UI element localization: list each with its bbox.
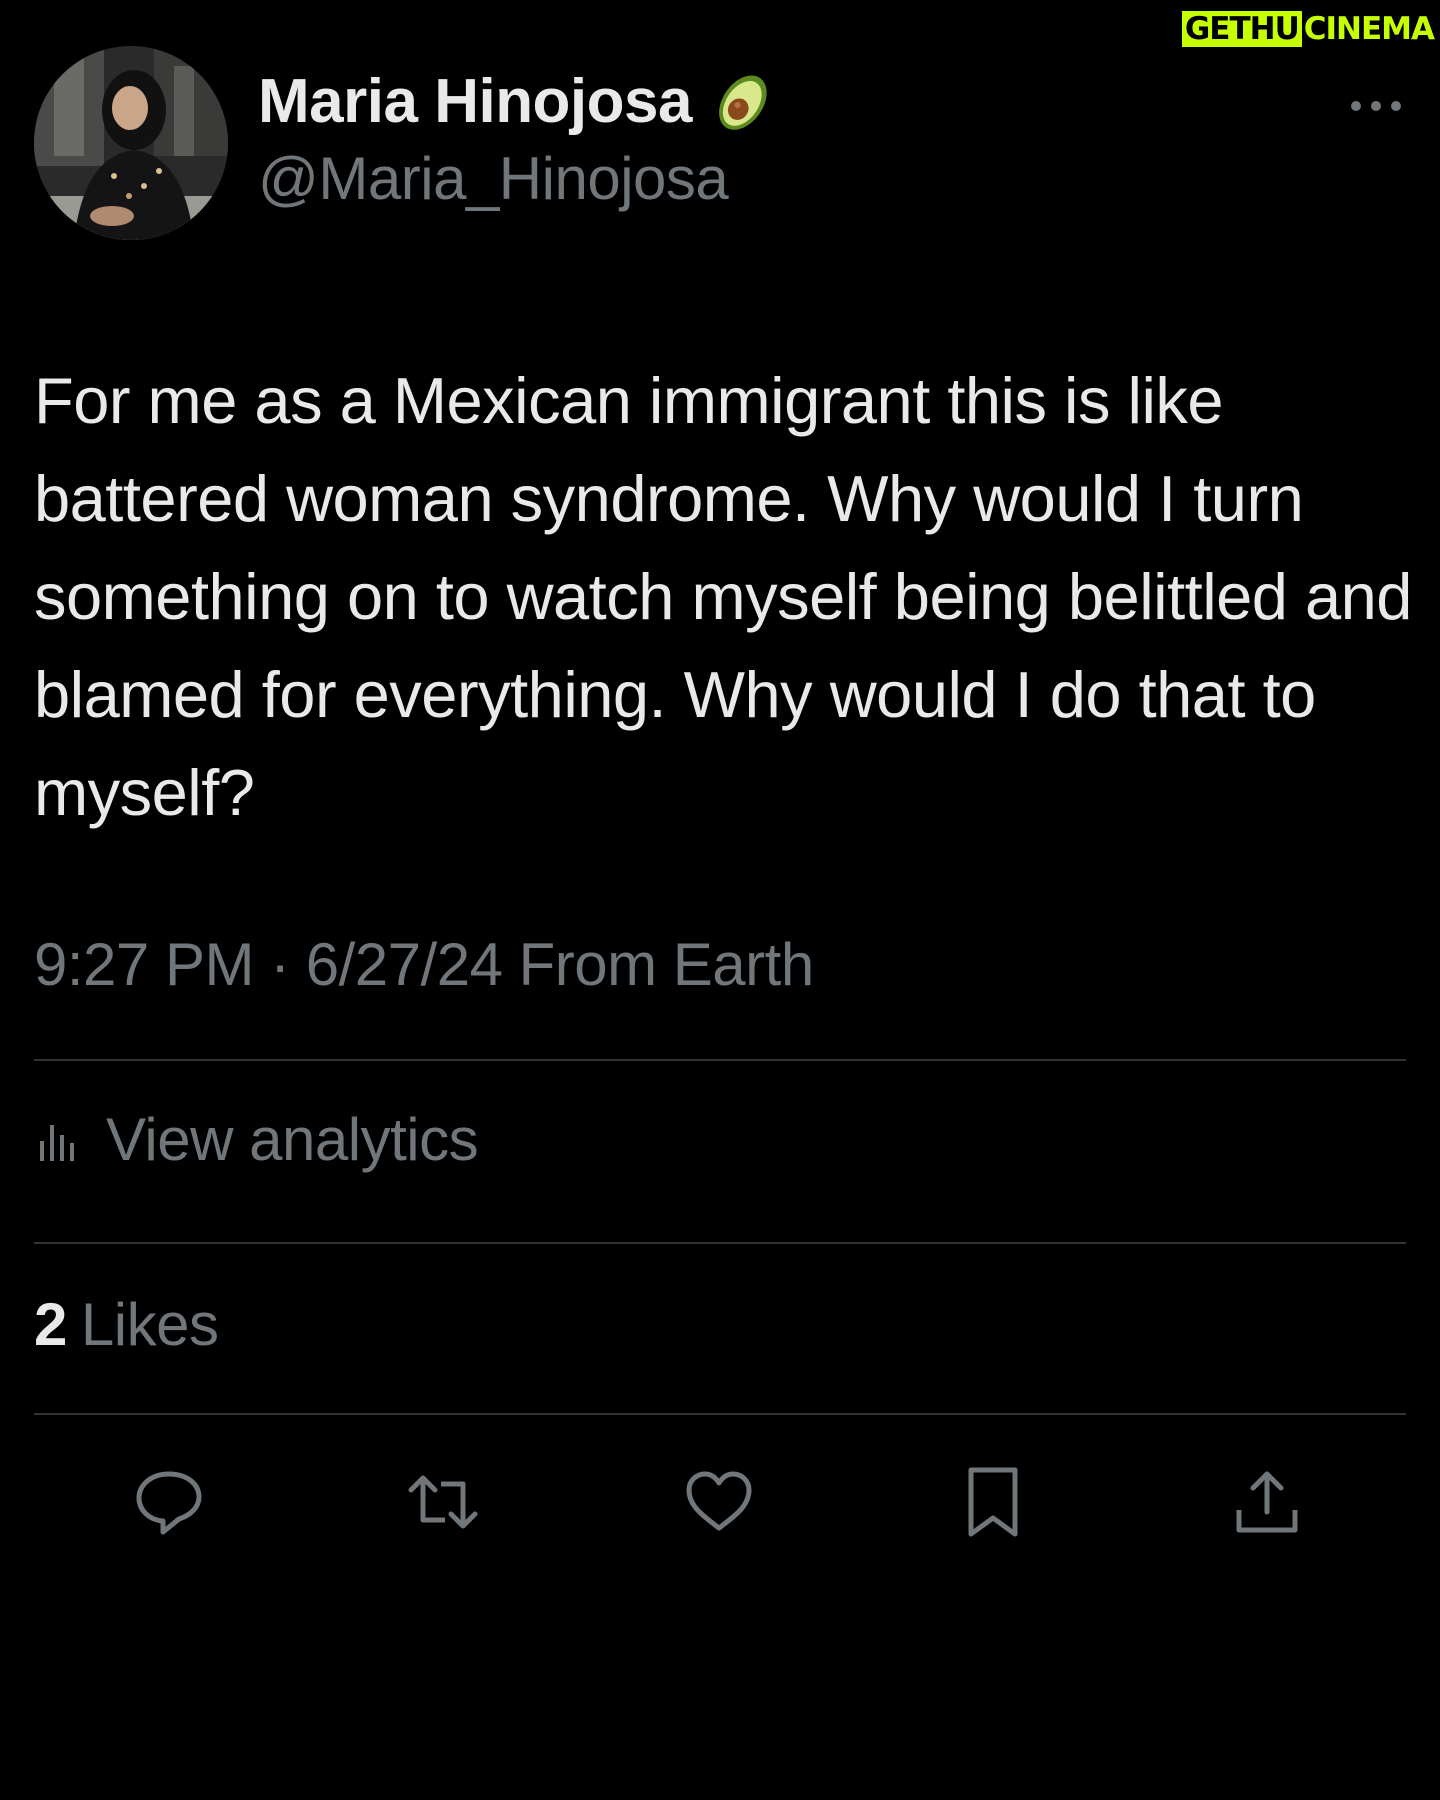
divider	[34, 1059, 1406, 1061]
avatar[interactable]	[34, 46, 228, 240]
more-options-icon[interactable]	[1346, 96, 1406, 116]
heart-icon	[686, 1471, 752, 1531]
action-bar	[0, 1462, 1440, 1542]
avatar-photo	[34, 46, 228, 240]
view-analytics-link[interactable]: View analytics	[34, 1105, 479, 1174]
like-button[interactable]	[679, 1462, 759, 1542]
bookmark-button[interactable]	[953, 1462, 1033, 1542]
retweet-button[interactable]	[403, 1462, 483, 1542]
bookmark-icon	[968, 1467, 1018, 1537]
share-icon	[1236, 1471, 1298, 1533]
tweet-header: Maria Hinojosa @Maria_Hinojosa	[34, 46, 1406, 240]
watermark-left-text: GETHU	[1181, 11, 1302, 47]
bar-chart-icon	[40, 1124, 74, 1161]
likes-count-link[interactable]: 2 Likes	[34, 1290, 219, 1359]
watermark-right-text: CINEMA	[1303, 11, 1435, 47]
display-name[interactable]: Maria Hinojosa	[258, 66, 693, 137]
likes-label: Likes	[80, 1291, 219, 1358]
author-handle[interactable]: @Maria_Hinojosa	[258, 144, 782, 213]
tweet-detail-page: GETHU CINEMA Maria Hinojosa @Maria_Hinoj…	[0, 0, 1440, 1800]
reply-icon	[136, 1471, 202, 1535]
avocado-icon	[706, 63, 782, 139]
share-button[interactable]	[1227, 1462, 1307, 1542]
likes-count: 2	[34, 1291, 67, 1358]
retweet-icon	[408, 1475, 478, 1529]
name-row: Maria Hinojosa	[258, 66, 782, 136]
tweet-timestamp[interactable]: 9:27 PM · 6/27/24 From Earth	[34, 930, 814, 999]
divider	[34, 1242, 1406, 1244]
watermark-logo: GETHU CINEMA	[1181, 11, 1435, 47]
tweet-text: For me as a Mexican immigrant this is li…	[34, 364, 1412, 829]
view-analytics-label: View analytics	[106, 1106, 479, 1173]
reply-button[interactable]	[129, 1462, 209, 1542]
divider	[34, 1413, 1406, 1415]
author-info: Maria Hinojosa @Maria_Hinojosa	[258, 66, 782, 213]
